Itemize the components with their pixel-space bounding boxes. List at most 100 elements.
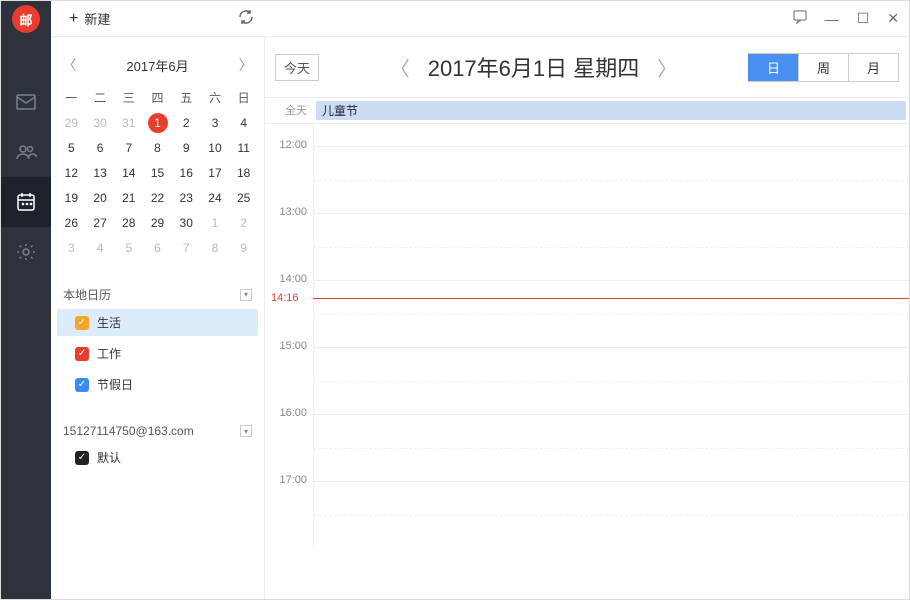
minical-day[interactable]: 22 bbox=[143, 185, 172, 210]
minical-day[interactable]: 30 bbox=[86, 110, 115, 135]
weekday-header: 五 bbox=[172, 85, 201, 110]
minical-day[interactable]: 25 bbox=[229, 185, 258, 210]
minical-day[interactable]: 29 bbox=[57, 110, 86, 135]
nav-contacts[interactable] bbox=[1, 127, 51, 177]
minical-day[interactable]: 8 bbox=[143, 135, 172, 160]
feedback-icon[interactable] bbox=[793, 10, 807, 27]
weekday-header: 一 bbox=[57, 85, 86, 110]
minical-day[interactable]: 27 bbox=[86, 210, 115, 235]
allday-label: 全天 bbox=[265, 98, 313, 123]
hour-cell[interactable] bbox=[313, 347, 909, 414]
nav-calendar[interactable] bbox=[1, 177, 51, 227]
refresh-button[interactable] bbox=[238, 9, 254, 28]
minical-day[interactable]: 6 bbox=[143, 235, 172, 260]
calendar-item[interactable]: ✓生活 bbox=[57, 309, 258, 336]
minical-day[interactable]: 15 bbox=[143, 160, 172, 185]
minical-day[interactable]: 30 bbox=[172, 210, 201, 235]
minical-day[interactable]: 6 bbox=[86, 135, 115, 160]
minical-day[interactable]: 16 bbox=[172, 160, 201, 185]
view-month[interactable]: 月 bbox=[848, 54, 898, 81]
minical-day[interactable]: 12 bbox=[57, 160, 86, 185]
day-next[interactable]: 〉 bbox=[657, 53, 677, 82]
minical-day[interactable]: 4 bbox=[86, 235, 115, 260]
calendar-label: 生活 bbox=[97, 314, 121, 331]
hour-label: 17:00 bbox=[265, 474, 313, 541]
minimize-button[interactable]: — bbox=[825, 11, 839, 27]
minical-day[interactable]: 3 bbox=[201, 110, 230, 135]
hours-area[interactable]: 11:0012:0013:0014:0015:0016:0017:00 14:1… bbox=[265, 124, 909, 599]
minical-day[interactable]: 7 bbox=[114, 135, 143, 160]
hour-cell[interactable] bbox=[313, 481, 909, 548]
hour-cell[interactable] bbox=[313, 124, 909, 146]
calendar-label: 默认 bbox=[97, 449, 121, 466]
calendar-item[interactable]: ✓ 工作 bbox=[57, 340, 258, 367]
allday-event[interactable]: 儿童节 bbox=[316, 101, 906, 120]
minical-day[interactable]: 2 bbox=[172, 110, 201, 135]
minical-day[interactable]: 5 bbox=[57, 135, 86, 160]
weekday-header: 二 bbox=[86, 85, 115, 110]
calendar-label: 工作 bbox=[97, 345, 121, 362]
minical-day[interactable]: 7 bbox=[172, 235, 201, 260]
minical-day[interactable]: 18 bbox=[229, 160, 258, 185]
view-day[interactable]: 日 bbox=[748, 54, 798, 81]
minical-title: 2017年6月 bbox=[126, 56, 188, 75]
app-logo: 邮 bbox=[1, 1, 51, 37]
sidebar: 〈 2017年6月 〉 一二三四五六日293031123456789101112… bbox=[51, 37, 265, 599]
account-cal-header[interactable]: 15127114750@163.com ▾ bbox=[57, 422, 258, 440]
minical-day[interactable]: 29 bbox=[143, 210, 172, 235]
calendar-item[interactable]: ✓默认 bbox=[57, 444, 258, 471]
minical-day[interactable]: 31 bbox=[114, 110, 143, 135]
hour-cell[interactable] bbox=[313, 280, 909, 347]
minical-day[interactable]: 4 bbox=[229, 110, 258, 135]
nav-mail[interactable] bbox=[1, 77, 51, 127]
hour-cell[interactable] bbox=[313, 146, 909, 213]
minical-day[interactable]: 20 bbox=[86, 185, 115, 210]
chevron-down-icon[interactable]: ▾ bbox=[240, 289, 252, 301]
minical-day[interactable]: 8 bbox=[201, 235, 230, 260]
minical-day[interactable]: 10 bbox=[201, 135, 230, 160]
minical-day[interactable]: 19 bbox=[57, 185, 86, 210]
minical-day[interactable]: 28 bbox=[114, 210, 143, 235]
now-line bbox=[313, 298, 909, 299]
minical-day[interactable]: 1 bbox=[201, 210, 230, 235]
weekday-header: 三 bbox=[114, 85, 143, 110]
calendar-label: 节假日 bbox=[97, 376, 133, 393]
minical-day[interactable]: 17 bbox=[201, 160, 230, 185]
mini-calendar: 一二三四五六日293031123456789101112131415161718… bbox=[57, 85, 258, 260]
chevron-down-icon[interactable]: ▾ bbox=[240, 425, 252, 437]
minical-day[interactable]: 24 bbox=[201, 185, 230, 210]
hour-label: 12:00 bbox=[265, 139, 313, 206]
minical-day[interactable]: 1 bbox=[143, 110, 172, 135]
local-cal-header[interactable]: 本地日历 ▾ bbox=[57, 284, 258, 305]
minical-day[interactable]: 11 bbox=[229, 135, 258, 160]
checkbox-icon: ✓ bbox=[75, 378, 89, 392]
close-button[interactable]: ✕ bbox=[887, 10, 899, 27]
minical-prev[interactable]: 〈 bbox=[62, 55, 76, 75]
checkbox-icon: ✓ bbox=[75, 347, 89, 361]
minical-day[interactable]: 9 bbox=[229, 235, 258, 260]
hour-label: 15:00 bbox=[265, 340, 313, 407]
weekday-header: 四 bbox=[143, 85, 172, 110]
maximize-button[interactable]: ☐ bbox=[857, 10, 870, 27]
minical-day[interactable]: 14 bbox=[114, 160, 143, 185]
minical-day[interactable]: 23 bbox=[172, 185, 201, 210]
weekday-header: 日 bbox=[229, 85, 258, 110]
minical-next[interactable]: 〉 bbox=[239, 55, 253, 75]
minical-day[interactable]: 5 bbox=[114, 235, 143, 260]
minical-day[interactable]: 9 bbox=[172, 135, 201, 160]
minical-day[interactable]: 13 bbox=[86, 160, 115, 185]
nav-settings[interactable] bbox=[1, 227, 51, 277]
today-button[interactable]: 今天 bbox=[275, 54, 319, 81]
view-week[interactable]: 周 bbox=[798, 54, 848, 81]
day-view: 今天 〈 2017年6月1日 星期四 〉 日 周 月 全天 儿童节 bbox=[265, 37, 909, 599]
minical-day[interactable]: 26 bbox=[57, 210, 86, 235]
hour-cell[interactable] bbox=[313, 414, 909, 481]
hour-label: 11:00 bbox=[265, 124, 313, 139]
minical-day[interactable]: 2 bbox=[229, 210, 258, 235]
minical-day[interactable]: 21 bbox=[114, 185, 143, 210]
hour-cell[interactable] bbox=[313, 213, 909, 280]
calendar-item[interactable]: ✓ 节假日 bbox=[57, 371, 258, 398]
day-prev[interactable]: 〈 bbox=[390, 53, 410, 82]
minical-day[interactable]: 3 bbox=[57, 235, 86, 260]
new-button[interactable]: + 新建 bbox=[61, 5, 118, 32]
